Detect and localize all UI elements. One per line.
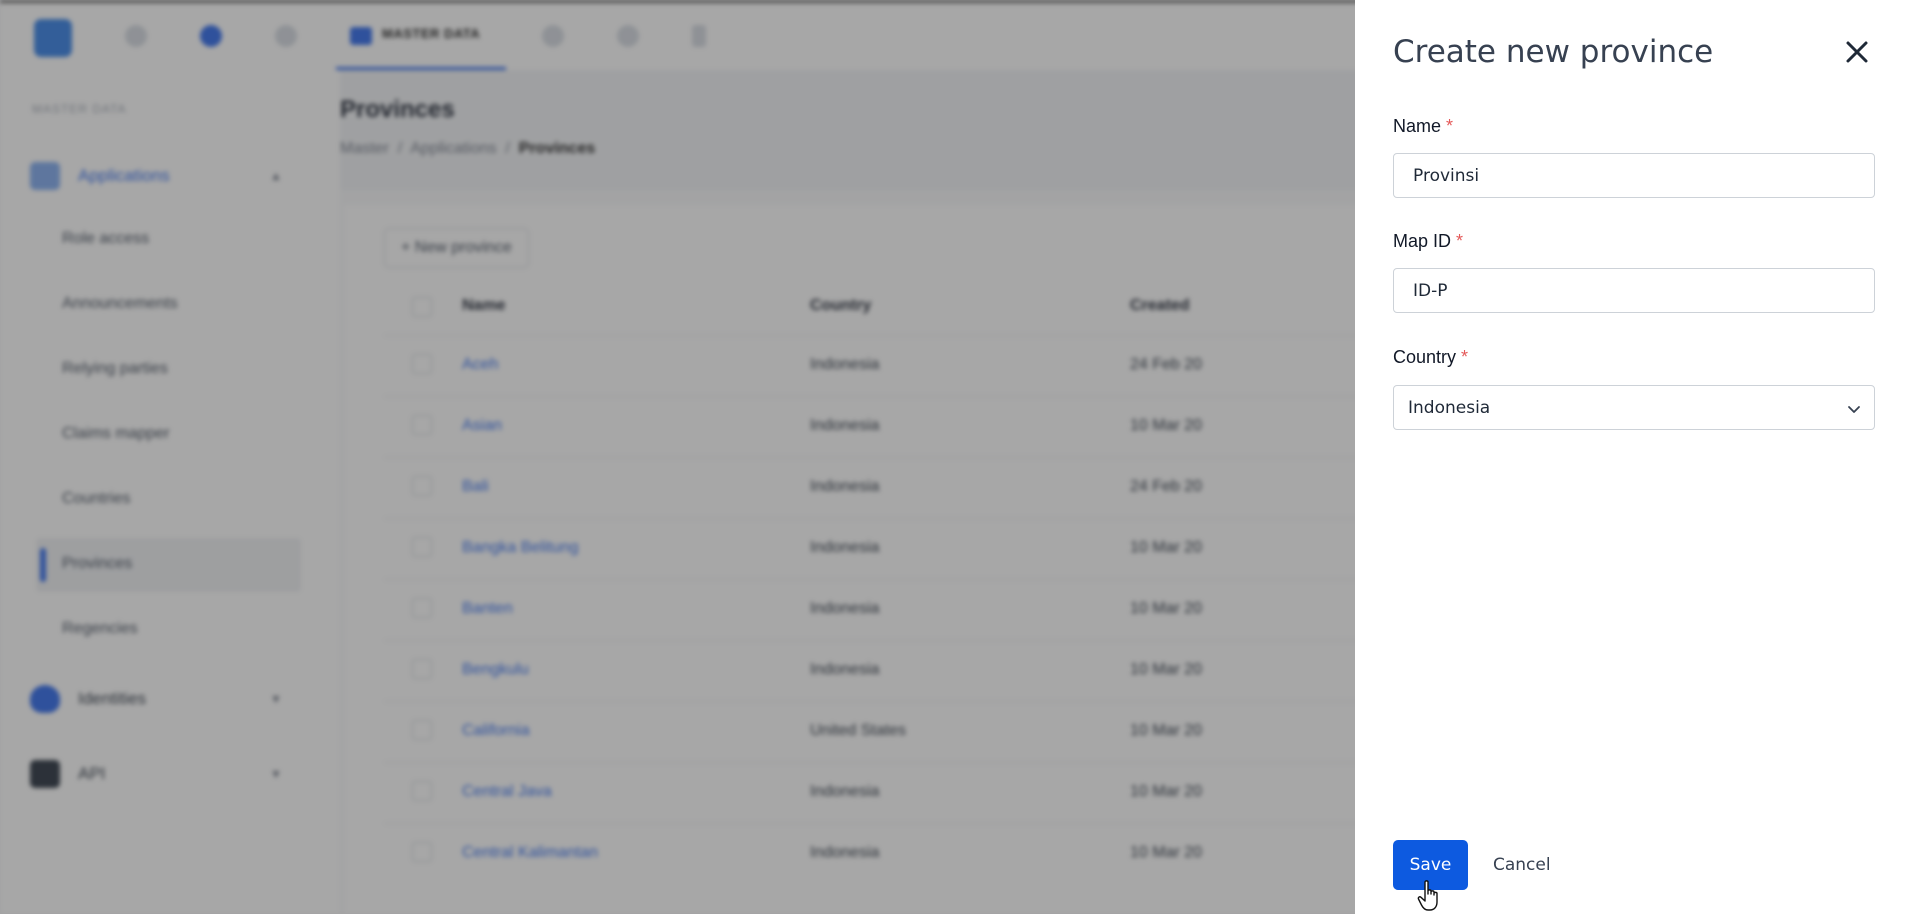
drawer-title: Create new province xyxy=(1393,34,1714,70)
cancel-button[interactable]: Cancel xyxy=(1493,840,1551,890)
close-icon xyxy=(1846,41,1868,63)
hand-pointer-icon xyxy=(1417,880,1438,911)
required-marker: * xyxy=(1461,347,1469,367)
map-id-label: Map ID * xyxy=(1393,231,1464,251)
name-field[interactable] xyxy=(1393,153,1875,198)
chevron-down-icon xyxy=(1848,406,1860,413)
required-marker: * xyxy=(1446,116,1454,136)
country-select-value: Indonesia xyxy=(1408,398,1491,418)
close-button[interactable] xyxy=(1841,36,1873,68)
create-province-drawer: Create new province Name* Map ID* Countr… xyxy=(1355,0,1917,914)
country-label: Country * xyxy=(1393,347,1469,367)
country-select[interactable]: Indonesia xyxy=(1393,385,1875,430)
name-label: Name * xyxy=(1393,116,1454,136)
required-marker: * xyxy=(1456,231,1464,251)
map-id-field[interactable] xyxy=(1393,268,1875,313)
